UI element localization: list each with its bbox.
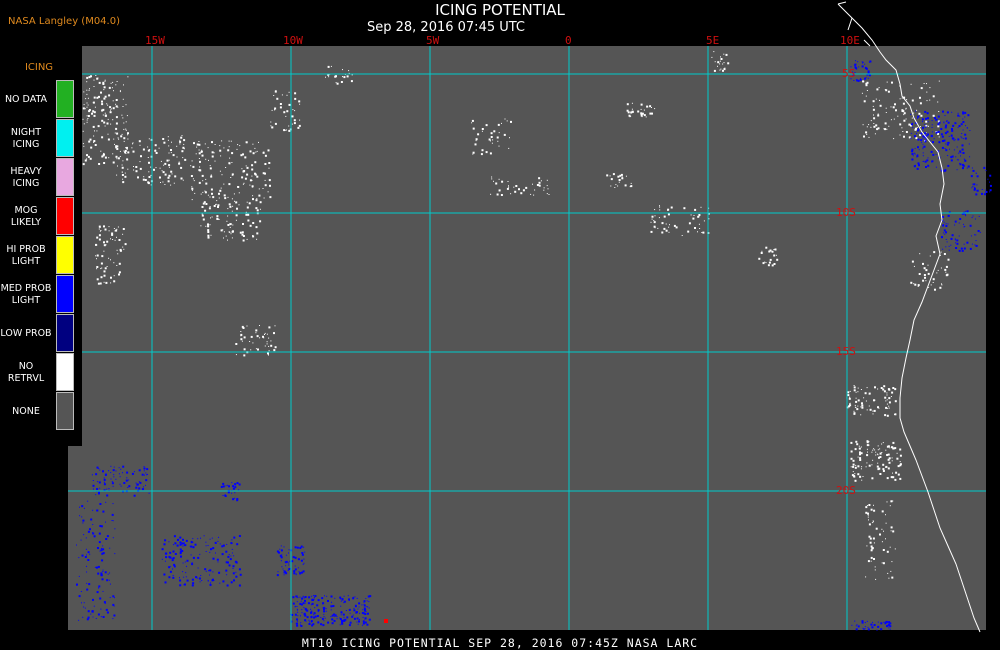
legend-label: HEAVY ICING — [10, 165, 42, 189]
latitude-label-15s: 15S — [836, 345, 856, 358]
longitude-label-10w: 10W — [283, 34, 303, 47]
legend-swatch — [56, 80, 74, 118]
legend-label: MOG LIKELY — [10, 204, 42, 228]
longitude-label-10e: 10E — [840, 34, 860, 47]
longitude-label-0: 0 — [565, 34, 572, 47]
map-title: ICING POTENTIAL — [435, 1, 565, 19]
legend-swatch — [56, 158, 74, 196]
red-marker — [384, 619, 388, 623]
legend-swatch — [56, 119, 74, 157]
latitude-label-20s: 20S — [836, 484, 856, 497]
legend-title: ICING — [24, 62, 54, 73]
longitude-label-15w: 15W — [145, 34, 165, 47]
legend-swatch — [56, 353, 74, 391]
legend-swatch — [56, 314, 74, 352]
legend-swatch — [56, 236, 74, 274]
icing-map — [68, 1, 992, 633]
latitude-label-10s: 10S — [836, 206, 856, 219]
legend-swatch — [56, 392, 74, 430]
latitude-label-5s: 5S — [842, 67, 856, 80]
longitude-label-5w: 5W — [426, 34, 440, 47]
legend-swatch — [56, 275, 74, 313]
legend-swatch — [56, 197, 74, 235]
legend-label: LOW PROB — [0, 327, 52, 339]
footer-caption: MT10 ICING POTENTIAL SEP 28, 2016 07:45Z… — [301, 636, 699, 650]
legend-label: MED PROB LIGHT — [0, 282, 52, 306]
longitude-label-5e: 5E — [706, 34, 720, 47]
legend-label: NO DATA — [4, 93, 48, 105]
map-timestamp: Sep 28, 2016 07:45 UTC — [366, 20, 526, 35]
legend-label: NIGHT ICING — [10, 126, 42, 150]
legend-label: HI PROB LIGHT — [6, 243, 46, 267]
legend-label: NONE — [12, 405, 40, 417]
legend-label: NO RETRVL — [7, 360, 45, 384]
